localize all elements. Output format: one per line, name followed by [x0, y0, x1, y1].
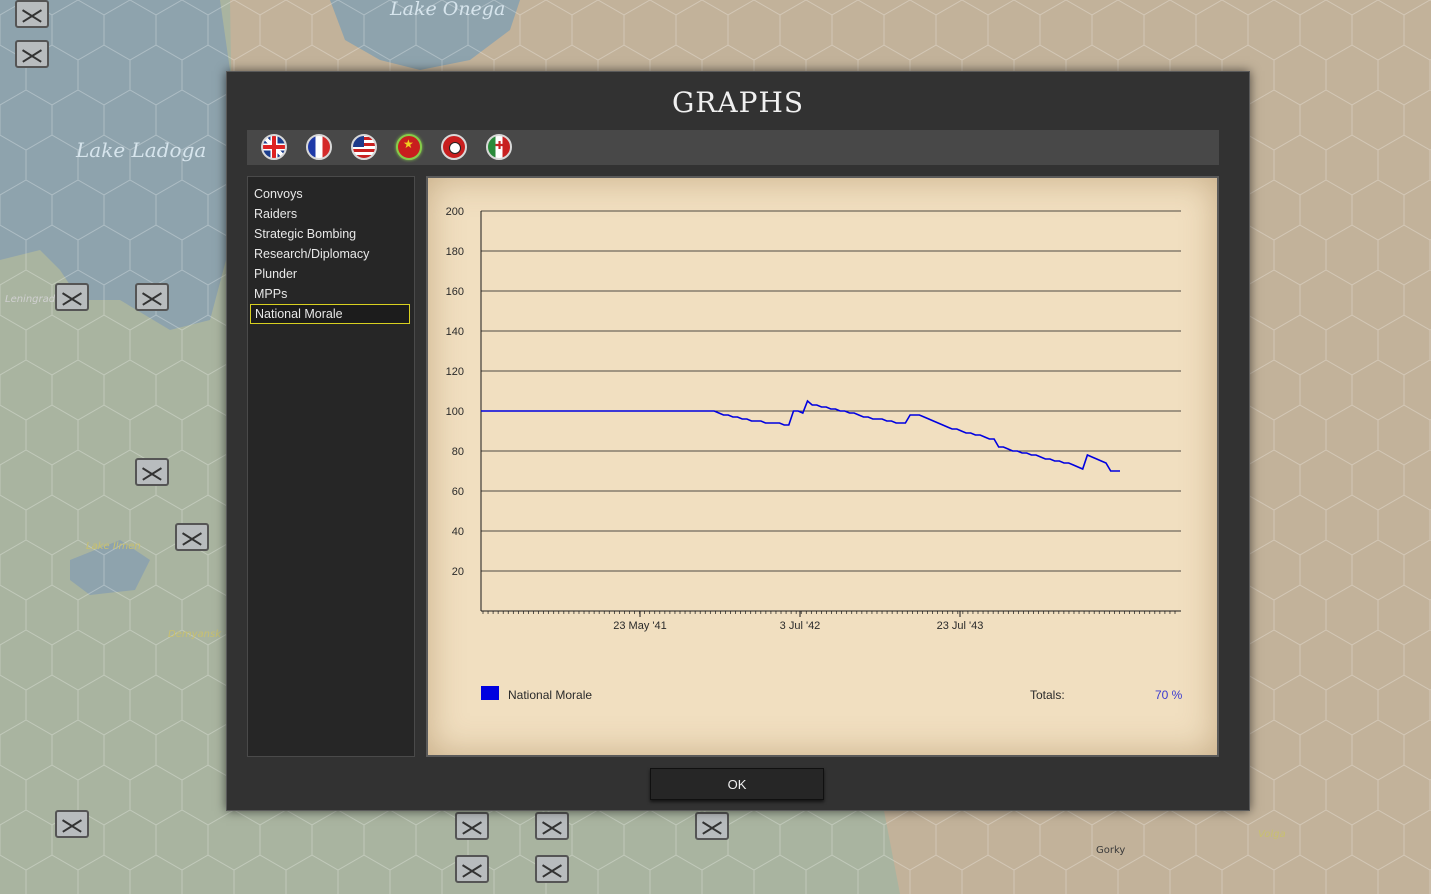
- y-tick-label: 100: [446, 406, 464, 418]
- graph-type-list: Convoys Raiders Strategic Bombing Resear…: [247, 176, 415, 757]
- graph-type-strategic-bombing[interactable]: Strategic Bombing: [250, 224, 410, 244]
- map-unit[interactable]: [695, 812, 729, 840]
- y-tick-label: 200: [446, 206, 464, 218]
- map-unit[interactable]: [455, 855, 489, 883]
- y-tick-label: 180: [446, 246, 464, 258]
- x-tick-label: 23 May '41: [613, 620, 666, 632]
- map-label-demyansk: Demyansk: [168, 629, 221, 640]
- usa-flag-icon[interactable]: [351, 134, 377, 160]
- x-tick-label: 3 Jul '42: [780, 620, 821, 632]
- map-unit[interactable]: [135, 283, 169, 311]
- ok-button[interactable]: OK: [650, 768, 824, 800]
- y-tick-label: 40: [452, 526, 464, 538]
- y-tick-label: 80: [452, 446, 464, 458]
- map-unit[interactable]: [15, 0, 49, 28]
- legend-label: National Morale: [508, 688, 593, 702]
- map-label-volga: Volga: [1258, 829, 1286, 840]
- italy-flag-icon[interactable]: [486, 134, 512, 160]
- y-tick-label: 20: [452, 566, 464, 578]
- map-unit[interactable]: [55, 810, 89, 838]
- map-label-lake-ilmen: Lake Ilmen: [86, 541, 141, 552]
- nation-selector: [247, 130, 1219, 165]
- map-unit[interactable]: [455, 812, 489, 840]
- uk-flag-icon[interactable]: [261, 134, 287, 160]
- y-tick-label: 120: [446, 366, 464, 378]
- graph-type-convoys[interactable]: Convoys: [250, 184, 410, 204]
- graphs-dialog: GRAPHS Convoys Raiders Strategic Bombing…: [226, 71, 1250, 811]
- totals-value: 70 %: [1155, 688, 1183, 702]
- map-unit[interactable]: [175, 523, 209, 551]
- germany-flag-icon[interactable]: [441, 134, 467, 160]
- graph-panel: 20 40 60 80 100 120 140 160 180 200 23 May '41 3 Ju…: [426, 176, 1219, 757]
- map-unit[interactable]: [55, 283, 89, 311]
- y-tick-label: 140: [446, 326, 464, 338]
- france-flag-icon[interactable]: [306, 134, 332, 160]
- map-unit[interactable]: [135, 458, 169, 486]
- map-unit[interactable]: [535, 855, 569, 883]
- x-tick-label: 23 Jul '43: [937, 620, 984, 632]
- map-label-gorky: Gorky: [1096, 845, 1126, 856]
- graph-type-plunder[interactable]: Plunder: [250, 264, 410, 284]
- graph-type-raiders[interactable]: Raiders: [250, 204, 410, 224]
- map-unit[interactable]: [15, 40, 49, 68]
- y-tick-label: 160: [446, 286, 464, 298]
- series-line-national-morale: [481, 399, 1120, 472]
- china-flag-icon[interactable]: [396, 134, 422, 160]
- map-label-lake-ladoga: Lake Ladoga: [76, 138, 207, 162]
- dialog-title: GRAPHS: [671, 86, 805, 119]
- map-unit[interactable]: [535, 812, 569, 840]
- graph-type-mpps[interactable]: MPPs: [250, 284, 410, 304]
- y-tick-label: 60: [452, 486, 464, 498]
- national-morale-chart: 20 40 60 80 100 120 140 160 180 200 23 May '41 3 Ju…: [446, 206, 1181, 632]
- map-label-lake-onega: Lake Onega: [390, 0, 506, 20]
- legend-swatch: [481, 686, 499, 700]
- totals-label: Totals:: [1030, 688, 1065, 702]
- map-label-leningrad: Leningrad: [5, 294, 56, 305]
- graph-type-research-diplomacy[interactable]: Research/Diplomacy: [250, 244, 410, 264]
- graph-type-national-morale[interactable]: National Morale: [250, 304, 410, 324]
